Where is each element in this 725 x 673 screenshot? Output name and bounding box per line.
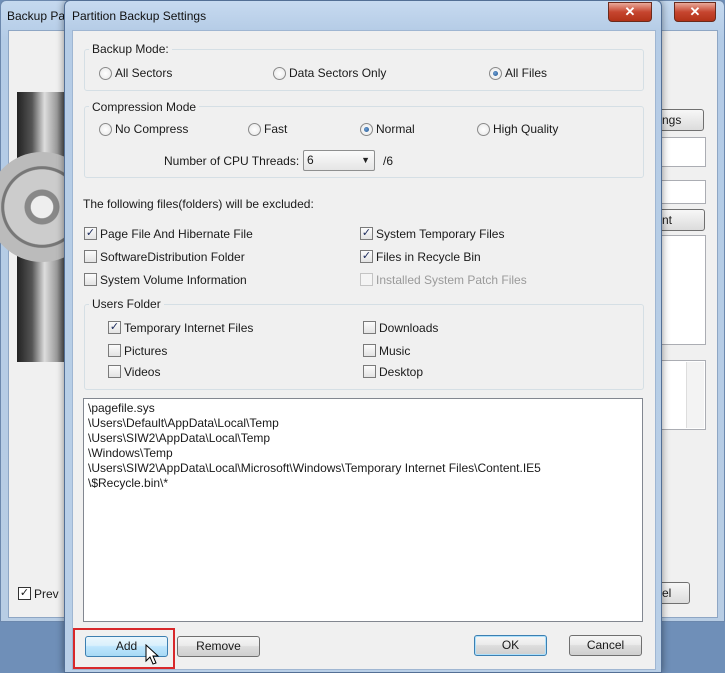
background-close-icon[interactable]: ✕ <box>674 2 716 22</box>
background-window-title: Backup Pa <box>7 9 66 23</box>
background-edit-button[interactable]: nt <box>655 209 705 231</box>
cpu-threads-value: 6 <box>307 153 314 167</box>
installed-patch-files-checkbox <box>360 273 373 286</box>
list-item[interactable]: \Users\SIW2\AppData\Local\Microsoft\Wind… <box>88 461 638 476</box>
backup-mode-option-label[interactable]: All Files <box>505 66 547 80</box>
recycle-bin-checkbox[interactable]: ✓ <box>360 250 373 263</box>
compression-radio-fast[interactable] <box>248 123 261 136</box>
list-item[interactable]: \Users\Default\AppData\Local\Temp <box>88 416 638 431</box>
exclude-option-label[interactable]: Files in Recycle Bin <box>376 250 481 264</box>
hard-disk-image <box>0 92 97 362</box>
users-folder-item-label[interactable]: Temporary Internet Files <box>124 321 253 335</box>
users-folder-label: Users Folder <box>89 297 164 311</box>
temp-internet-files-checkbox[interactable]: ✓ <box>108 321 121 334</box>
compression-option-label[interactable]: No Compress <box>115 122 188 136</box>
pictures-checkbox[interactable] <box>108 344 121 357</box>
system-volume-info-checkbox[interactable] <box>84 273 97 286</box>
backup-mode-option-label[interactable]: All Sectors <box>115 66 172 80</box>
compression-option-label[interactable]: Normal <box>376 122 415 136</box>
exclude-option-label[interactable]: Page File And Hibernate File <box>100 227 253 241</box>
remove-button[interactable]: Remove <box>177 636 260 657</box>
videos-checkbox[interactable] <box>108 365 121 378</box>
list-item[interactable]: \Windows\Temp <box>88 446 638 461</box>
users-folder-item-label[interactable]: Music <box>379 344 410 358</box>
exclude-option-label-disabled: Installed System Patch Files <box>376 273 527 287</box>
cpu-threads-max: /6 <box>383 154 394 168</box>
dialog-title: Partition Backup Settings <box>72 9 207 23</box>
backup-mode-option-label[interactable]: Data Sectors Only <box>289 66 386 80</box>
backup-mode-radio-all-files[interactable] <box>489 67 502 80</box>
excluded-files-label: The following files(folders) will be exc… <box>83 197 314 211</box>
cpu-threads-label: Number of CPU Threads: <box>164 154 300 168</box>
desktop-checkbox[interactable] <box>363 365 376 378</box>
page-file-checkbox[interactable]: ✓ <box>84 227 97 240</box>
backup-mode-label: Backup Mode: <box>89 42 172 56</box>
cpu-threads-select[interactable]: 6 ▼ <box>303 150 375 171</box>
users-folder-item-label[interactable]: Pictures <box>124 344 167 358</box>
background-list <box>660 235 706 345</box>
compression-radio-no-compress[interactable] <box>99 123 112 136</box>
preview-label: Prev <box>34 587 59 601</box>
downloads-checkbox[interactable] <box>363 321 376 334</box>
background-panel <box>660 137 706 167</box>
users-folder-item-label[interactable]: Videos <box>124 365 160 379</box>
list-item[interactable]: \Users\SIW2\AppData\Local\Temp <box>88 431 638 446</box>
compression-radio-high-quality[interactable] <box>477 123 490 136</box>
users-folder-item-label[interactable]: Downloads <box>379 321 438 335</box>
list-item[interactable]: \pagefile.sys <box>88 401 638 416</box>
exclude-option-label[interactable]: SoftwareDistribution Folder <box>100 250 245 264</box>
preview-checkbox[interactable]: ✓ <box>18 587 31 600</box>
list-item[interactable]: \$Recycle.bin\* <box>88 476 638 491</box>
music-checkbox[interactable] <box>363 344 376 357</box>
users-folder-item-label[interactable]: Desktop <box>379 365 423 379</box>
compression-option-label[interactable]: High Quality <box>493 122 558 136</box>
backup-mode-radio-data-sectors[interactable] <box>273 67 286 80</box>
exclude-option-label[interactable]: System Volume Information <box>100 273 247 287</box>
system-temp-files-checkbox[interactable]: ✓ <box>360 227 373 240</box>
software-distribution-checkbox[interactable] <box>84 250 97 263</box>
chevron-down-icon: ▼ <box>361 155 370 165</box>
close-icon[interactable]: ✕ <box>608 2 652 22</box>
exclude-option-label[interactable]: System Temporary Files <box>376 227 504 241</box>
compression-radio-normal[interactable] <box>360 123 373 136</box>
excluded-paths-list[interactable]: \pagefile.sys \Users\Default\AppData\Loc… <box>83 398 643 622</box>
compression-option-label[interactable]: Fast <box>264 122 287 136</box>
backup-mode-radio-all-sectors[interactable] <box>99 67 112 80</box>
compression-mode-label: Compression Mode <box>89 100 200 114</box>
background-input[interactable] <box>660 180 706 204</box>
background-settings-button[interactable]: ngs <box>655 109 704 131</box>
ok-button[interactable]: OK <box>474 635 547 656</box>
cancel-button[interactable]: Cancel <box>569 635 642 656</box>
mouse-cursor-icon <box>145 644 160 665</box>
background-scrollbar[interactable] <box>686 362 704 428</box>
